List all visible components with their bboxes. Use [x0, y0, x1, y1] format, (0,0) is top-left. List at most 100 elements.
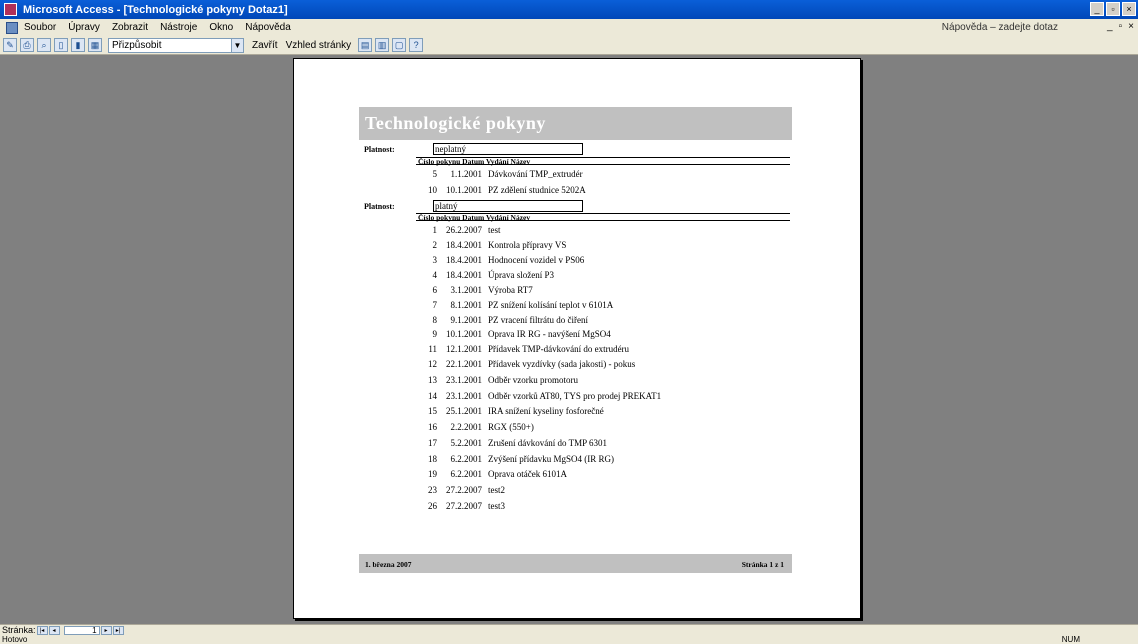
- pokyn-number: 17: [428, 438, 437, 448]
- database-window-icon[interactable]: ▥: [375, 38, 390, 52]
- pokyn-name: test3: [488, 501, 505, 511]
- pokyn-date: 12.1.2001: [446, 344, 482, 354]
- office-links-icon[interactable]: ▤: [358, 38, 373, 52]
- zoom-dropdown-arrow[interactable]: ▼: [232, 37, 244, 53]
- new-object-icon[interactable]: ▢: [392, 38, 407, 52]
- menu-nastroje[interactable]: Nástroje: [160, 22, 197, 33]
- report-footer: 1. března 2007 Stránka 1 z 1: [359, 554, 792, 573]
- pokyn-date: 3.1.2001: [450, 285, 483, 295]
- pokyn-number: 8: [432, 315, 438, 325]
- column-header: Číslo pokynu Datum Vydání Název: [416, 157, 790, 165]
- pokyn-name: IRA snížení kyseliny fosforečné: [488, 406, 604, 416]
- column-header: Číslo pokynu Datum Vydání Název: [416, 213, 790, 221]
- menu-zobrazit[interactable]: Zobrazit: [112, 22, 148, 33]
- doc-restore-button[interactable]: ▫: [1119, 21, 1123, 32]
- menu-upravy[interactable]: Úpravy: [68, 22, 100, 33]
- pokyn-date: 9.1.2001: [450, 315, 483, 325]
- pokyn-date: 10.1.2001: [446, 185, 482, 195]
- two-pages-icon[interactable]: ▮: [71, 38, 85, 52]
- pokyn-number: 9: [432, 329, 438, 339]
- print-icon[interactable]: ⎙: [20, 38, 34, 52]
- pokyn-name: Hodnocení vozidel v PS06: [488, 255, 585, 265]
- pokyn-name: PZ zdělení studnice 5202A: [488, 185, 586, 195]
- close-preview-button[interactable]: Zavřít: [252, 40, 278, 51]
- pokyn-name: Výroba RT7: [488, 285, 533, 295]
- page-number-input[interactable]: 1: [63, 625, 100, 635]
- menu-okno[interactable]: Okno: [209, 22, 233, 33]
- menu-napoveda[interactable]: Nápověda: [245, 22, 291, 33]
- pokyn-number: 18: [428, 454, 437, 464]
- print-preview-toolbar: ✎ ⎙ ⌕ ▯ ▮ ▦ Přizpůsobit ▼ Zavřít Vzhled …: [0, 36, 1138, 55]
- pokyn-number: 23: [428, 485, 437, 495]
- zoom-icon[interactable]: ⌕: [37, 38, 51, 52]
- report-header: Technologické pokyny: [359, 107, 792, 140]
- doc-close-button[interactable]: ×: [1128, 21, 1134, 32]
- help-question-field[interactable]: Nápověda – zadejte dotaz: [942, 22, 1058, 33]
- pokyn-date: 18.4.2001: [446, 240, 482, 250]
- menu-soubor[interactable]: Soubor: [24, 22, 56, 33]
- status-label: Platnost:: [364, 145, 395, 154]
- footer-page-number: Stránka 1 z 1: [741, 560, 784, 569]
- pokyn-date: 18.4.2001: [446, 255, 482, 265]
- pokyn-number: 6: [432, 285, 438, 295]
- pokyn-date: 25.1.2001: [446, 406, 482, 416]
- restore-button[interactable]: ▫: [1106, 2, 1120, 16]
- pokyn-number: 1: [432, 225, 438, 235]
- report-title: Technologické pokyny: [365, 113, 546, 133]
- pokyn-number: 26: [428, 501, 437, 511]
- pokyn-number: 12: [428, 359, 437, 369]
- status-value: neplatný: [433, 143, 583, 155]
- pokyn-number: 15: [428, 406, 437, 416]
- first-page-button[interactable]: |◂: [36, 625, 48, 635]
- pokyn-date: 27.2.2007: [446, 485, 482, 495]
- pokyn-name: Dávkování TMP_extrudér: [488, 169, 583, 179]
- view-icon[interactable]: ✎: [3, 38, 17, 52]
- pokyn-number: 10: [428, 185, 437, 195]
- pokyn-number: 19: [428, 469, 437, 479]
- pokyn-date: 23.1.2001: [446, 375, 482, 385]
- pokyn-date: 18.4.2001: [446, 270, 482, 280]
- pokyn-date: 23.1.2001: [446, 391, 482, 401]
- close-button[interactable]: ×: [1122, 2, 1136, 16]
- report-window-icon[interactable]: [6, 21, 18, 34]
- pokyn-number: 14: [428, 391, 437, 401]
- pokyn-number: 7: [432, 300, 438, 310]
- title-bar: Microsoft Access - [Technologické pokyny…: [0, 0, 1138, 19]
- multiple-pages-icon[interactable]: ▦: [88, 38, 102, 52]
- pokyn-date: 27.2.2007: [446, 501, 482, 511]
- status-bar: Hotovo NUM: [0, 635, 1138, 644]
- pokyn-date: 6.2.2001: [450, 469, 483, 479]
- next-page-button[interactable]: ▸: [100, 625, 112, 635]
- pokyn-name: RGX (550+): [488, 422, 534, 432]
- pokyn-name: Odběr vzorku promotoru: [488, 375, 578, 385]
- pokyn-date: 5.2.2001: [450, 438, 483, 448]
- pokyn-name: Zvýšení přídavku MgSO4 (IR RG): [488, 454, 614, 464]
- one-page-icon[interactable]: ▯: [54, 38, 68, 52]
- pokyn-number: 4: [432, 270, 438, 280]
- report-page[interactable]: Technologické pokyny Platnost: neplatný …: [293, 58, 861, 619]
- pokyn-name: Kontrola přípravy VS: [488, 240, 567, 250]
- page-setup-button[interactable]: Vzhled stránky: [286, 40, 352, 51]
- pokyn-number: 13: [428, 375, 437, 385]
- pokyn-number: 3: [432, 255, 438, 265]
- pokyn-date: 1.1.2001: [450, 169, 483, 179]
- pokyn-date: 8.1.2001: [450, 300, 483, 310]
- help-icon[interactable]: ?: [409, 38, 424, 52]
- pokyn-number: 5: [432, 169, 438, 179]
- last-page-button[interactable]: ▸|: [112, 625, 124, 635]
- prev-page-button[interactable]: ◂: [48, 625, 60, 635]
- pokyn-name: PZ snížení kolísání teplot v 6101A: [488, 300, 614, 310]
- status-label: Platnost:: [364, 202, 395, 211]
- minimize-button[interactable]: _: [1090, 2, 1104, 16]
- pokyn-name: Odběr vzorků AT80, TYS pro prodej PREKAT…: [488, 391, 662, 401]
- zoom-combo[interactable]: Přizpůsobit: [108, 37, 232, 53]
- menu-bar: Soubor Úpravy Zobrazit Nástroje Okno Náp…: [0, 19, 1138, 36]
- doc-minimize-button[interactable]: _: [1107, 21, 1113, 32]
- footer-date: 1. března 2007: [365, 560, 412, 569]
- pokyn-name: Zrušení dávkování do TMP 6301: [488, 438, 607, 448]
- num-lock-indicator: NUM: [1061, 635, 1080, 644]
- pokyn-name: PZ vracení filtrátu do čiření: [488, 315, 588, 325]
- pokyn-name: Přídavek TMP-dávkování do extrudéru: [488, 344, 630, 354]
- pokyn-date: 2.2.2001: [450, 422, 483, 432]
- access-app-icon[interactable]: [4, 3, 17, 16]
